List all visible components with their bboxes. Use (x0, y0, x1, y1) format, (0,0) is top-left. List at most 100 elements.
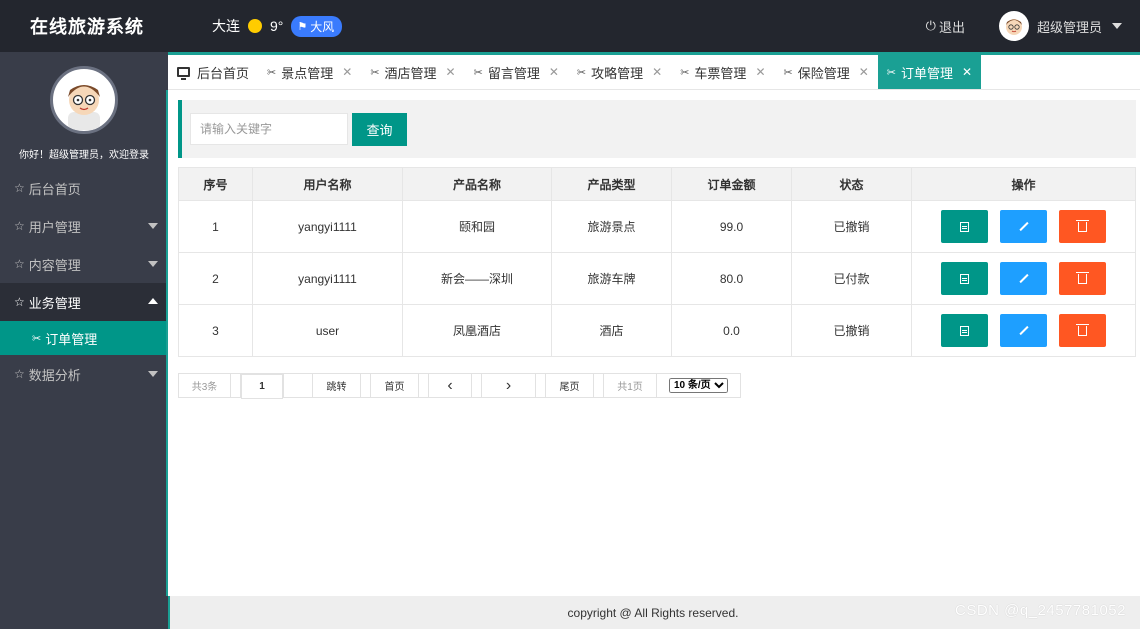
close-icon[interactable]: ✕ (859, 65, 869, 79)
view-button[interactable] (941, 210, 988, 243)
tab-bar: 后台首页 ✂ 景点管理 ✕ ✂ 酒店管理 ✕ ✂ 留言管理 ✕ ✂ 攻略管理 ✕… (168, 52, 1140, 90)
power-icon: ⏻ (925, 18, 936, 33)
chevron-down-icon (148, 371, 158, 377)
cell-status: 已付款 (791, 252, 912, 305)
pencil-icon (1018, 221, 1029, 232)
page-size-wrapper: 10 条/页 (657, 374, 740, 397)
close-icon[interactable]: ✕ (755, 65, 765, 79)
tab-dashboard[interactable]: 后台首页 (168, 55, 258, 89)
delete-button[interactable] (1059, 262, 1106, 295)
tab-hotels[interactable]: ✂ 酒店管理 ✕ (361, 55, 464, 89)
chevron-down-icon (1112, 23, 1122, 29)
cell-status: 已撤销 (791, 304, 912, 357)
tab-label: 后台首页 (197, 65, 250, 81)
star-icon: ☆ (14, 257, 25, 271)
first-page-button[interactable]: 首页 (371, 374, 419, 397)
cell-actions (911, 200, 1136, 253)
sidebar-subitem-orders[interactable]: ✂ 订单管理 (0, 321, 168, 355)
close-icon[interactable]: ✕ (446, 65, 456, 79)
column-header-index: 序号 (178, 167, 253, 201)
prev-page-button[interactable]: ‹ (429, 374, 472, 397)
star-icon: ☆ (14, 367, 25, 381)
page-number-input[interactable]: 1 (241, 374, 283, 399)
avatar (998, 11, 1029, 41)
user-name: 超级管理员 (1036, 19, 1102, 35)
jump-button[interactable]: 跳转 (313, 374, 361, 397)
column-header-username: 用户名称 (252, 167, 403, 201)
edit-button[interactable] (1000, 210, 1047, 243)
search-input[interactable] (190, 113, 348, 145)
cell-product-name: 颐和园 (402, 200, 552, 253)
cell-product-name: 新会——深圳 (402, 252, 552, 305)
tab-tickets[interactable]: ✂ 车票管理 ✕ (671, 55, 774, 89)
delete-button[interactable] (1059, 314, 1106, 347)
view-button[interactable] (941, 314, 988, 347)
last-page-button[interactable]: 尾页 (546, 374, 594, 397)
sidebar-subitem-label: 订单管理 (45, 331, 98, 347)
sidebar-item-dashboard[interactable]: ☆ 后台首页 (0, 169, 168, 207)
cell-status: 已撤销 (791, 200, 912, 253)
close-icon[interactable]: ✕ (549, 65, 559, 79)
cell-product-type: 旅游景点 (551, 200, 672, 253)
tab-label: 酒店管理 (384, 65, 437, 81)
app-title: 在线旅游系统 (30, 17, 144, 37)
column-header-product-name: 产品名称 (402, 167, 552, 201)
sidebar-item-content[interactable]: ☆ 内容管理 (0, 245, 168, 283)
tab-orders[interactable]: ✂ 订单管理 ✕ (877, 55, 982, 89)
chevron-down-icon (148, 223, 158, 229)
close-icon[interactable]: ✕ (962, 65, 972, 79)
document-icon (960, 221, 969, 232)
close-icon[interactable]: ✕ (652, 65, 662, 79)
pagination-spacer (361, 374, 371, 397)
sidebar-item-label: 数据分析 (28, 367, 81, 383)
main-content: 查询 序号 用户名称 产品名称 产品类型 订单金额 状态 操作 1 yangyi… (168, 90, 1140, 596)
sidebar-item-business[interactable]: ☆ 业务管理 (0, 283, 168, 321)
monitor-icon (177, 67, 190, 80)
sidebar-item-analytics[interactable]: ☆ 数据分析 (0, 355, 168, 393)
trash-icon (1076, 219, 1089, 232)
tab-label: 保险管理 (797, 65, 850, 81)
trash-icon (1076, 271, 1089, 284)
weather-condition-badge: ⚑ 大风 (291, 15, 343, 37)
delete-button[interactable] (1059, 210, 1106, 243)
tab-label: 景点管理 (281, 65, 334, 81)
tab-guides[interactable]: ✂ 攻略管理 ✕ (568, 55, 671, 89)
tab-label: 订单管理 (901, 65, 954, 81)
page-size-select[interactable]: 10 条/页 (669, 378, 728, 393)
pagination-spacer (472, 374, 482, 397)
search-button[interactable]: 查询 (352, 112, 407, 146)
chevron-right-icon: › (505, 376, 512, 394)
table-row: 1 yangyi1111 颐和园 旅游景点 99.0 已撤销 (178, 200, 1136, 253)
wrench-icon: ✂ (370, 66, 380, 79)
tab-messages[interactable]: ✂ 留言管理 ✕ (465, 55, 568, 89)
wrench-icon: ✂ (783, 66, 793, 79)
tab-label: 车票管理 (694, 65, 747, 81)
user-menu[interactable]: 超级管理员 (998, 11, 1122, 41)
next-page-button[interactable]: › (482, 374, 536, 397)
tab-attractions[interactable]: ✂ 景点管理 ✕ (258, 55, 361, 89)
tab-insurance[interactable]: ✂ 保险管理 ✕ (775, 55, 878, 89)
cell-username: yangyi1111 (252, 200, 403, 253)
edit-button[interactable] (1000, 262, 1047, 295)
column-header-actions: 操作 (911, 167, 1136, 201)
pagination-pages: 共1页 (604, 374, 657, 397)
column-header-amount: 订单金额 (671, 167, 792, 201)
table-header-row: 序号 用户名称 产品名称 产品类型 订单金额 状态 操作 (178, 167, 1136, 201)
wrench-icon: ✂ (576, 66, 587, 79)
sidebar-item-users[interactable]: ☆ 用户管理 (0, 207, 168, 245)
view-button[interactable] (941, 262, 988, 295)
wrench-icon: ✂ (886, 66, 897, 79)
cell-actions (911, 252, 1136, 305)
tab-label: 攻略管理 (591, 65, 644, 81)
cell-amount: 99.0 (671, 200, 792, 253)
document-icon (960, 325, 969, 336)
close-icon[interactable]: ✕ (342, 65, 352, 79)
column-header-product-type: 产品类型 (551, 167, 672, 201)
sidebar: 你好！超级管理员，欢迎登录 ☆ 后台首页 ☆ 用户管理 ☆ 内容管理 ☆ 业务管… (0, 52, 168, 629)
cell-product-name: 凤凰酒店 (402, 304, 552, 357)
cell-product-type: 酒店 (551, 304, 672, 357)
logout-button[interactable]: ⏻ 退出 (926, 17, 965, 36)
cell-product-type: 旅游车牌 (551, 252, 672, 305)
edit-button[interactable] (1000, 314, 1047, 347)
pagination-spacer (594, 374, 604, 397)
